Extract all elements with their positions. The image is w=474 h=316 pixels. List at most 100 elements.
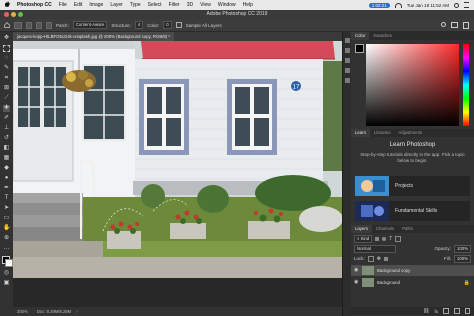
zoom-tool-icon[interactable]: ⊕	[3, 235, 10, 242]
character-panel-icon[interactable]	[345, 68, 350, 73]
blend-mode-dropdown[interactable]: Normal	[354, 244, 396, 253]
wifi-icon[interactable]	[394, 2, 402, 8]
tab-adjustments[interactable]: Adjustments	[394, 129, 426, 137]
share-icon[interactable]	[463, 21, 469, 29]
hand-tool-icon[interactable]: ✋	[3, 225, 10, 232]
patch-tool-preset-icon[interactable]	[14, 21, 22, 29]
link-layers-icon[interactable]: ⛓	[423, 308, 429, 314]
tab-layers[interactable]: Layers	[351, 225, 372, 233]
menu-window[interactable]: Window	[218, 2, 236, 8]
type-tool-icon[interactable]: T	[3, 195, 10, 202]
color-field-gradient[interactable]	[366, 44, 459, 126]
selection-add-icon[interactable]	[36, 21, 42, 29]
hue-slider[interactable]	[463, 44, 469, 126]
menu-file[interactable]: File	[59, 2, 67, 8]
fill-field[interactable]: 100%	[454, 254, 471, 263]
history-brush-tool-icon[interactable]: ↺	[3, 135, 10, 142]
pen-tool-icon[interactable]: ✒	[3, 185, 10, 192]
blur-tool-icon[interactable]: ◆	[3, 165, 10, 172]
close-window-button[interactable]	[4, 12, 9, 17]
opacity-field[interactable]: 100%	[454, 244, 471, 253]
new-layer-icon[interactable]	[454, 308, 460, 314]
filter-shape-icon[interactable]	[395, 235, 402, 242]
dodge-tool-icon[interactable]: ●	[3, 175, 10, 182]
zoom-level[interactable]: 200%	[17, 309, 28, 314]
menu-edit[interactable]: Edit	[74, 2, 83, 8]
add-mask-icon[interactable]	[443, 308, 449, 314]
lasso-tool-icon[interactable]: ◌	[3, 55, 10, 62]
layer-row-background[interactable]: ◉ Background 🔒	[351, 277, 474, 288]
document-tab[interactable]: jacques-kopp-HtLBFO5cGsk-unsplash.jpg @ …	[13, 32, 175, 41]
filter-pixel-icon[interactable]	[375, 236, 380, 241]
trash-icon[interactable]	[465, 308, 470, 314]
lock-all-icon[interactable]	[383, 256, 388, 261]
tab-learn[interactable]: Learn	[351, 129, 370, 137]
menu-view[interactable]: View	[200, 2, 211, 8]
zoom-window-button[interactable]	[18, 12, 23, 17]
brush-tool-icon[interactable]: ✐	[3, 115, 10, 122]
search-icon[interactable]	[454, 2, 459, 8]
layer-kind-filter[interactable]: ⌕ Kind	[354, 234, 373, 243]
sample-all-layers-checkbox[interactable]	[175, 22, 182, 28]
recording-clock[interactable]: 1:02:21	[368, 2, 390, 8]
eyedropper-tool-icon[interactable]: ⟋	[3, 95, 10, 102]
quick-selection-tool-icon[interactable]: ✎	[3, 65, 10, 72]
gradient-tool-icon[interactable]: ▦	[3, 155, 10, 162]
quick-mask-icon[interactable]: ◎	[3, 270, 10, 277]
search-icon[interactable]	[441, 21, 446, 27]
menu-image[interactable]: Image	[89, 2, 103, 8]
workspace-icon[interactable]	[451, 21, 458, 28]
history-panel-icon[interactable]	[345, 38, 350, 43]
menu-filter[interactable]: Filter	[169, 2, 180, 8]
filter-adjustment-icon[interactable]	[382, 236, 387, 241]
eye-visibility-icon[interactable]: ◉	[354, 268, 359, 273]
menu-3d[interactable]: 3D	[187, 2, 193, 8]
layer-row-background-copy[interactable]: ◉ Background copy	[351, 265, 474, 276]
background-color-swatch[interactable]	[5, 259, 13, 267]
eraser-tool-icon[interactable]: ◧	[3, 145, 10, 152]
lock-pixels-icon[interactable]	[367, 255, 374, 262]
more-tools-icon[interactable]: …	[3, 245, 10, 252]
home-icon[interactable]	[4, 22, 10, 28]
tab-channels[interactable]: Channels	[372, 225, 398, 233]
document-size[interactable]: Doc: 8.29M/8.29M	[37, 309, 71, 314]
properties-panel-icon[interactable]	[345, 48, 350, 53]
move-tool-icon[interactable]: ✥	[3, 35, 10, 42]
datetime[interactable]: Tue Jan 18 11:52 AM	[407, 3, 449, 8]
tab-libraries[interactable]: Libraries	[370, 129, 394, 137]
menu-type[interactable]: Type	[130, 2, 141, 8]
color-field[interactable]: 0	[163, 21, 172, 29]
crop-tool-icon[interactable]: ⌗	[3, 75, 10, 82]
paragraph-panel-icon[interactable]	[345, 78, 350, 83]
menu-layer[interactable]: Layer	[110, 2, 123, 8]
eye-visibility-icon[interactable]: ◉	[354, 280, 359, 285]
menu-list-icon[interactable]	[464, 2, 469, 8]
canvas-area[interactable]: 17	[13, 41, 342, 307]
marquee-tool-icon[interactable]	[3, 45, 10, 52]
filter-type-icon[interactable]: T	[389, 236, 392, 242]
selection-new-icon[interactable]	[26, 21, 32, 29]
learn-item-projects[interactable]: Projects	[355, 176, 470, 196]
menu-help[interactable]: Help	[243, 2, 253, 8]
clone-stamp-tool-icon[interactable]: ⊥	[3, 125, 10, 132]
path-selection-tool-icon[interactable]: ➤	[3, 205, 10, 212]
status-arrow-icon[interactable]: ›	[76, 309, 77, 314]
photo-canvas[interactable]: 17	[13, 41, 342, 278]
apple-menu-icon[interactable]	[5, 1, 10, 9]
structure-field[interactable]: 4	[134, 21, 144, 29]
screen-mode-icon[interactable]: ▣	[3, 280, 10, 287]
patch-tool-icon[interactable]: ✚	[3, 105, 10, 112]
fx-icon[interactable]: fx	[434, 309, 438, 314]
learn-item-fundamental-skills[interactable]: Fundamental Skills	[355, 201, 470, 221]
lock-position-icon[interactable]: ✥	[377, 256, 381, 262]
frame-tool-icon[interactable]: ⊠	[3, 85, 10, 92]
selection-subtract-icon[interactable]	[46, 21, 52, 29]
brushes-panel-icon[interactable]	[345, 58, 350, 63]
tab-paths[interactable]: Paths	[398, 225, 417, 233]
menu-select[interactable]: Select	[148, 2, 162, 8]
color-foreground-swatch[interactable]	[355, 44, 364, 53]
patch-mode-dropdown[interactable]: Content-Aware	[72, 21, 108, 29]
rectangle-tool-icon[interactable]: ▭	[3, 215, 10, 222]
menu-app-name[interactable]: Photoshop CC	[17, 2, 52, 8]
tab-swatches[interactable]: Swatches	[369, 32, 396, 40]
